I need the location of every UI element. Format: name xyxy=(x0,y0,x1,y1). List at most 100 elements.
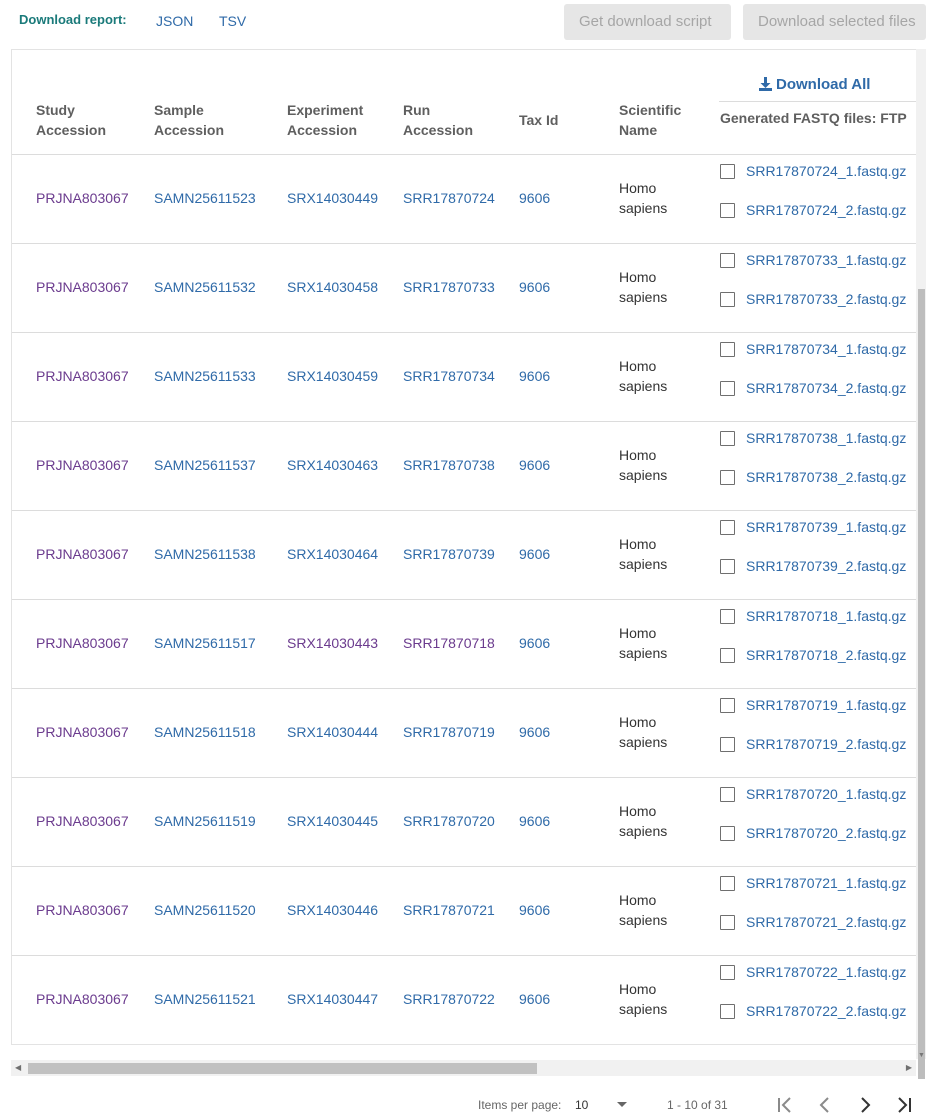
fastq-file-link[interactable]: SRR17870720_1.fastq.gz xyxy=(746,784,906,804)
fastq-file-checkbox[interactable] xyxy=(720,1004,735,1019)
run-accession-link[interactable]: SRR17870738 xyxy=(403,455,495,475)
experiment-accession-link[interactable]: SRX14030464 xyxy=(287,544,378,564)
study-accession-link[interactable]: PRJNA803067 xyxy=(36,544,129,564)
fastq-file-checkbox[interactable] xyxy=(720,342,735,357)
fastq-file-link[interactable]: SRR17870719_1.fastq.gz xyxy=(746,695,906,715)
study-accession-link[interactable]: PRJNA803067 xyxy=(36,633,129,653)
sample-accession-link[interactable]: SAMN25611532 xyxy=(154,277,256,297)
experiment-accession-link[interactable]: SRX14030458 xyxy=(287,277,378,297)
download-json-link[interactable]: JSON xyxy=(156,13,193,29)
previous-page-icon[interactable] xyxy=(813,1094,837,1116)
header-tax-id[interactable]: Tax Id xyxy=(519,110,558,130)
fastq-file-link[interactable]: SRR17870733_2.fastq.gz xyxy=(746,289,906,309)
vertical-scrollbar-thumb[interactable] xyxy=(918,289,925,1079)
fastq-file-checkbox[interactable] xyxy=(720,915,735,930)
fastq-file-checkbox[interactable] xyxy=(720,431,735,446)
fastq-file-link[interactable]: SRR17870738_1.fastq.gz xyxy=(746,428,906,448)
experiment-accession-link[interactable]: SRX14030449 xyxy=(287,188,378,208)
study-accession-link[interactable]: PRJNA803067 xyxy=(36,811,129,831)
header-study-accession[interactable]: Study Accession xyxy=(36,100,106,140)
tax-id-link[interactable]: 9606 xyxy=(519,455,550,475)
scroll-down-arrow-icon[interactable]: ▼ xyxy=(918,1052,925,1059)
experiment-accession-link[interactable]: SRX14030443 xyxy=(287,633,378,653)
tax-id-link[interactable]: 9606 xyxy=(519,722,550,742)
header-sample-accession[interactable]: Sample Accession xyxy=(154,100,224,140)
run-accession-link[interactable]: SRR17870739 xyxy=(403,544,495,564)
tax-id-link[interactable]: 9606 xyxy=(519,544,550,564)
fastq-file-link[interactable]: SRR17870718_2.fastq.gz xyxy=(746,645,906,665)
fastq-file-link[interactable]: SRR17870718_1.fastq.gz xyxy=(746,606,906,626)
run-accession-link[interactable]: SRR17870721 xyxy=(403,900,495,920)
fastq-file-checkbox[interactable] xyxy=(720,164,735,179)
header-experiment-accession[interactable]: Experiment Accession xyxy=(287,100,363,140)
tax-id-link[interactable]: 9606 xyxy=(519,633,550,653)
experiment-accession-link[interactable]: SRX14030444 xyxy=(287,722,378,742)
fastq-file-checkbox[interactable] xyxy=(720,470,735,485)
study-accession-link[interactable]: PRJNA803067 xyxy=(36,188,129,208)
fastq-file-checkbox[interactable] xyxy=(720,609,735,624)
fastq-file-link[interactable]: SRR17870720_2.fastq.gz xyxy=(746,823,906,843)
tax-id-link[interactable]: 9606 xyxy=(519,277,550,297)
study-accession-link[interactable]: PRJNA803067 xyxy=(36,722,129,742)
items-per-page-select[interactable]: 10 xyxy=(575,1098,588,1112)
study-accession-link[interactable]: PRJNA803067 xyxy=(36,455,129,475)
study-accession-link[interactable]: PRJNA803067 xyxy=(36,900,129,920)
sample-accession-link[interactable]: SAMN25611520 xyxy=(154,900,256,920)
fastq-file-link[interactable]: SRR17870739_1.fastq.gz xyxy=(746,517,906,537)
fastq-file-checkbox[interactable] xyxy=(720,876,735,891)
fastq-file-checkbox[interactable] xyxy=(720,253,735,268)
fastq-file-link[interactable]: SRR17870722_2.fastq.gz xyxy=(746,1001,906,1021)
sample-accession-link[interactable]: SAMN25611517 xyxy=(154,633,256,653)
header-scientific-name[interactable]: Scientific Name xyxy=(619,100,681,140)
items-per-page-caret-icon[interactable] xyxy=(617,1102,627,1107)
experiment-accession-link[interactable]: SRX14030445 xyxy=(287,811,378,831)
fastq-file-link[interactable]: SRR17870719_2.fastq.gz xyxy=(746,734,906,754)
tax-id-link[interactable]: 9606 xyxy=(519,366,550,386)
fastq-file-checkbox[interactable] xyxy=(720,648,735,663)
fastq-file-link[interactable]: SRR17870739_2.fastq.gz xyxy=(746,556,906,576)
fastq-file-checkbox[interactable] xyxy=(720,737,735,752)
fastq-file-checkbox[interactable] xyxy=(720,292,735,307)
study-accession-link[interactable]: PRJNA803067 xyxy=(36,366,129,386)
fastq-file-checkbox[interactable] xyxy=(720,381,735,396)
fastq-file-link[interactable]: SRR17870721_1.fastq.gz xyxy=(746,873,906,893)
run-accession-link[interactable]: SRR17870734 xyxy=(403,366,495,386)
fastq-file-link[interactable]: SRR17870721_2.fastq.gz xyxy=(746,912,906,932)
fastq-file-link[interactable]: SRR17870722_1.fastq.gz xyxy=(746,962,906,982)
fastq-file-checkbox[interactable] xyxy=(720,203,735,218)
fastq-file-link[interactable]: SRR17870724_2.fastq.gz xyxy=(746,200,906,220)
fastq-file-checkbox[interactable] xyxy=(720,965,735,980)
last-page-icon[interactable] xyxy=(893,1094,917,1116)
fastq-file-checkbox[interactable] xyxy=(720,826,735,841)
fastq-file-checkbox[interactable] xyxy=(720,520,735,535)
download-all-link[interactable]: Download All xyxy=(759,76,870,93)
tax-id-link[interactable]: 9606 xyxy=(519,989,550,1009)
study-accession-link[interactable]: PRJNA803067 xyxy=(36,989,129,1009)
experiment-accession-link[interactable]: SRX14030459 xyxy=(287,366,378,386)
fastq-file-checkbox[interactable] xyxy=(720,787,735,802)
get-download-script-button[interactable]: Get download script xyxy=(564,4,731,40)
fastq-file-link[interactable]: SRR17870733_1.fastq.gz xyxy=(746,250,906,270)
tax-id-link[interactable]: 9606 xyxy=(519,188,550,208)
sample-accession-link[interactable]: SAMN25611519 xyxy=(154,811,256,831)
sample-accession-link[interactable]: SAMN25611537 xyxy=(154,455,256,475)
fastq-file-checkbox[interactable] xyxy=(720,559,735,574)
fastq-file-link[interactable]: SRR17870734_2.fastq.gz xyxy=(746,378,906,398)
horizontal-scrollbar[interactable]: ◀ ▶ xyxy=(11,1060,916,1076)
fastq-file-checkbox[interactable] xyxy=(720,698,735,713)
sample-accession-link[interactable]: SAMN25611518 xyxy=(154,722,256,742)
vertical-scrollbar[interactable]: ▼ xyxy=(916,49,926,1079)
tax-id-link[interactable]: 9606 xyxy=(519,900,550,920)
next-page-icon[interactable] xyxy=(853,1094,877,1116)
header-run-accession[interactable]: Run Accession xyxy=(403,100,473,140)
sample-accession-link[interactable]: SAMN25611523 xyxy=(154,188,256,208)
run-accession-link[interactable]: SRR17870719 xyxy=(403,722,495,742)
fastq-file-link[interactable]: SRR17870738_2.fastq.gz xyxy=(746,467,906,487)
run-accession-link[interactable]: SRR17870720 xyxy=(403,811,495,831)
run-accession-link[interactable]: SRR17870733 xyxy=(403,277,495,297)
run-accession-link[interactable]: SRR17870724 xyxy=(403,188,495,208)
run-accession-link[interactable]: SRR17870718 xyxy=(403,633,495,653)
first-page-icon[interactable] xyxy=(773,1094,797,1116)
sample-accession-link[interactable]: SAMN25611533 xyxy=(154,366,256,386)
fastq-file-link[interactable]: SRR17870734_1.fastq.gz xyxy=(746,339,906,359)
